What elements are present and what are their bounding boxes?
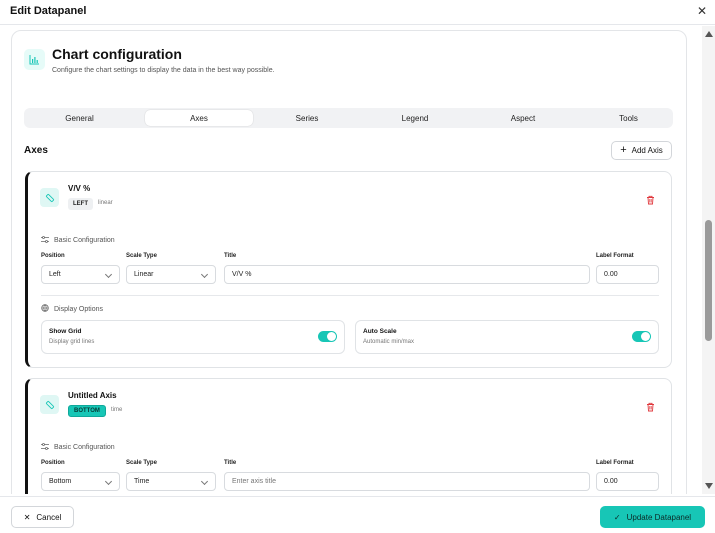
title-label: Title bbox=[224, 253, 237, 259]
delete-axis-icon[interactable] bbox=[646, 192, 655, 210]
auto-scale-toggle[interactable] bbox=[632, 331, 651, 342]
basic-configuration-heading: Basic Configuration bbox=[41, 236, 115, 245]
scale-type-select[interactable]: Linear bbox=[126, 265, 216, 284]
cancel-button[interactable]: ✕ Cancel bbox=[11, 506, 74, 528]
tab-general[interactable]: General bbox=[27, 110, 132, 126]
show-grid-toggle[interactable] bbox=[318, 331, 337, 342]
title-label: Title bbox=[224, 460, 237, 466]
scale-type-label: Scale Type bbox=[126, 460, 157, 466]
display-options-heading: Display Options bbox=[41, 304, 103, 314]
label-format-input[interactable]: 0.00 bbox=[596, 265, 659, 284]
show-grid-description: Display grid lines bbox=[49, 339, 95, 345]
position-label: Position bbox=[41, 460, 65, 466]
axis-position-badge: BOTTOM bbox=[68, 405, 106, 417]
config-tabs: General Axes Series Legend Aspect Tools bbox=[24, 108, 673, 128]
bar-chart-icon bbox=[24, 49, 45, 70]
add-axis-label: Add Axis bbox=[631, 146, 663, 155]
axes-section-title: Axes bbox=[24, 145, 48, 156]
basic-configuration-label: Basic Configuration bbox=[54, 237, 115, 244]
ruler-icon bbox=[40, 395, 59, 414]
chevron-down-icon bbox=[200, 477, 209, 486]
ruler-icon bbox=[40, 188, 59, 207]
scale-type-select[interactable]: Time bbox=[126, 472, 216, 491]
dialog-footer: ✕ Cancel ✓ Update Datapanel bbox=[0, 496, 715, 533]
axis-scale-tag: linear bbox=[98, 200, 113, 206]
position-label: Position bbox=[41, 253, 65, 259]
dialog-body[interactable]: Chart configuration Configure the chart … bbox=[0, 26, 702, 494]
delete-axis-icon[interactable] bbox=[646, 399, 655, 417]
label-format-label: Label Format bbox=[596, 253, 634, 259]
scale-type-label: Scale Type bbox=[126, 253, 157, 259]
basic-configuration-label: Basic Configuration bbox=[54, 444, 115, 451]
tab-series[interactable]: Series bbox=[253, 110, 361, 126]
tab-axes[interactable]: Axes bbox=[145, 110, 253, 126]
position-select[interactable]: Bottom bbox=[41, 472, 120, 491]
position-select[interactable]: Left bbox=[41, 265, 120, 284]
axis-scale-tag: time bbox=[111, 407, 123, 413]
scale-type-value: Linear bbox=[134, 271, 154, 278]
tab-legend[interactable]: Legend bbox=[361, 110, 469, 126]
chart-configuration-title: Chart configuration bbox=[52, 46, 182, 62]
chevron-down-icon bbox=[104, 270, 113, 279]
dialog-title: Edit Datapanel bbox=[10, 5, 87, 17]
chevron-down-icon bbox=[200, 270, 209, 279]
axis-title-input[interactable]: Enter axis title bbox=[224, 472, 590, 491]
auto-scale-option: Auto Scale Automatic min/max bbox=[355, 320, 659, 354]
vertical-scrollbar[interactable] bbox=[702, 26, 715, 494]
show-grid-title: Show Grid bbox=[49, 328, 82, 335]
chevron-down-icon bbox=[104, 477, 113, 486]
auto-scale-title: Auto Scale bbox=[363, 328, 397, 335]
divider bbox=[41, 295, 659, 296]
toggle-knob bbox=[327, 332, 336, 341]
edit-datapanel-dialog: Edit Datapanel ✕ Chart configuration Con… bbox=[0, 0, 715, 533]
scroll-up-arrow-icon[interactable] bbox=[705, 31, 713, 37]
close-icon: ✕ bbox=[23, 512, 31, 522]
display-options-label: Display Options bbox=[54, 305, 104, 313]
axis-position-badge: LEFT bbox=[68, 198, 93, 210]
tab-aspect[interactable]: Aspect bbox=[469, 110, 577, 126]
axis-title-input[interactable]: V/V % bbox=[224, 265, 590, 284]
globe-icon bbox=[41, 304, 49, 314]
chart-configuration-card: Chart configuration Configure the chart … bbox=[11, 30, 687, 494]
plus-icon: + bbox=[620, 144, 627, 156]
sliders-icon bbox=[41, 236, 49, 245]
close-icon[interactable]: ✕ bbox=[697, 4, 707, 18]
position-value: Bottom bbox=[49, 478, 72, 485]
add-axis-button[interactable]: + Add Axis bbox=[611, 141, 672, 160]
update-datapanel-button[interactable]: ✓ Update Datapanel bbox=[600, 506, 705, 528]
axis-name: Untitled Axis bbox=[68, 391, 117, 400]
tab-tools[interactable]: Tools bbox=[577, 110, 680, 126]
label-format-input[interactable]: 0.00 bbox=[596, 472, 659, 491]
scroll-down-arrow-icon[interactable] bbox=[705, 483, 713, 489]
show-grid-option: Show Grid Display grid lines bbox=[41, 320, 345, 354]
dialog-titlebar: Edit Datapanel ✕ bbox=[0, 0, 715, 25]
axis-name: V/V % bbox=[68, 184, 91, 193]
axis-card-left: V/V % LEFT linear Basic Configuration Po… bbox=[25, 171, 672, 368]
check-icon: ✓ bbox=[613, 512, 621, 522]
toggle-knob bbox=[641, 332, 650, 341]
sliders-icon bbox=[41, 443, 49, 452]
scrollbar-thumb[interactable] bbox=[705, 220, 712, 341]
chart-configuration-subtitle: Configure the chart settings to display … bbox=[52, 67, 275, 74]
auto-scale-description: Automatic min/max bbox=[363, 339, 415, 345]
label-format-label: Label Format bbox=[596, 460, 634, 466]
position-value: Left bbox=[49, 271, 61, 278]
cancel-label: Cancel bbox=[36, 512, 62, 522]
update-datapanel-label: Update Datapanel bbox=[626, 512, 692, 522]
axis-card-bottom: Untitled Axis BOTTOM time Basic Configur… bbox=[25, 378, 672, 494]
scale-type-value: Time bbox=[134, 478, 150, 485]
basic-configuration-heading: Basic Configuration bbox=[41, 443, 115, 452]
